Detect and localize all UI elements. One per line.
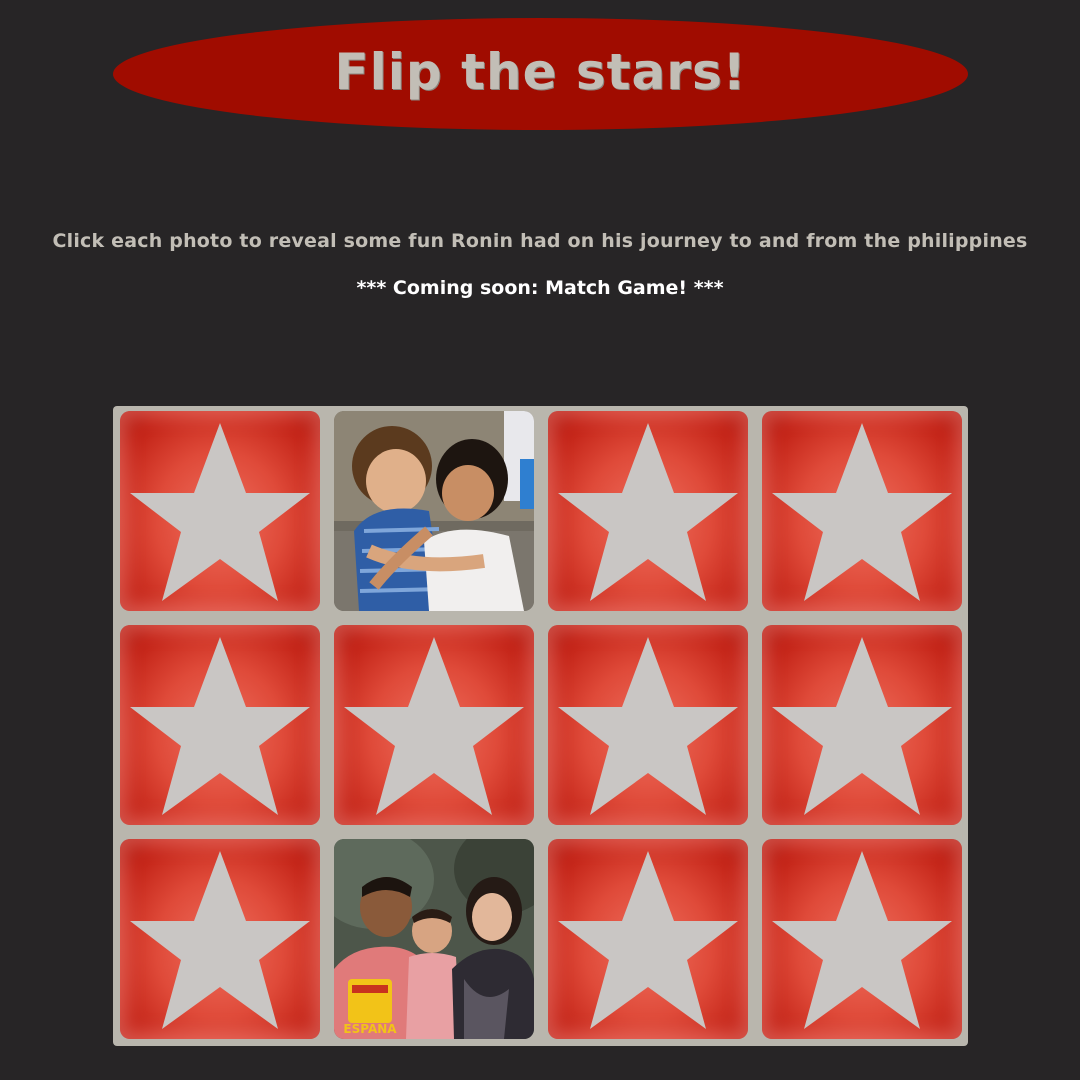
star-icon [558,637,738,815]
star-card[interactable] [120,839,320,1039]
star-icon [558,851,738,1029]
star-card[interactable] [762,625,962,825]
star-card[interactable] [548,839,748,1039]
family-portrait-photo: ESPAÑA [334,839,534,1039]
star-icon [130,423,310,601]
shirt-text: ESPAÑA [343,1021,397,1036]
star-icon [772,637,952,815]
two-kids-hugging-photo [334,411,534,611]
star-icon [772,851,952,1029]
star-card[interactable] [120,411,320,611]
star-card[interactable] [762,839,962,1039]
photo-card-kids[interactable] [334,411,534,611]
instructions-text: Click each photo to reveal some fun Roni… [52,230,1028,252]
star-card[interactable] [548,625,748,825]
title-banner: Flip the stars! [113,18,968,130]
star-card[interactable] [762,411,962,611]
photo-card-family[interactable]: ESPAÑA [334,839,534,1039]
coming-soon-text: *** Coming soon: Match Game! *** [356,277,724,299]
star-card[interactable] [334,625,534,825]
game-board: ESPAÑA [113,406,968,1046]
star-icon [344,637,524,815]
star-card[interactable] [548,411,748,611]
star-icon [130,637,310,815]
star-icon [558,423,738,601]
star-card[interactable] [120,625,320,825]
star-icon [130,851,310,1029]
page-title: Flip the stars! [334,43,747,101]
star-icon [772,423,952,601]
